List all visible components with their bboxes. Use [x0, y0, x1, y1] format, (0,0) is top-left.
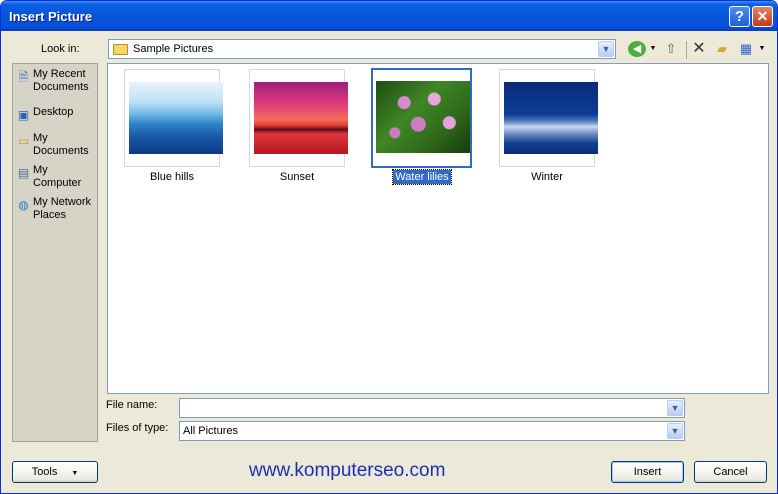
my-documents-icon: ▭ — [17, 134, 30, 148]
place-label: My Recent Documents — [33, 68, 89, 93]
help-button[interactable]: ? — [729, 6, 750, 27]
my-computer-icon: ▤ — [17, 166, 30, 180]
back-dropdown-arrow[interactable]: ▼ — [648, 40, 658, 58]
insert-button[interactable]: Insert — [611, 461, 684, 483]
winter-image — [504, 82, 598, 154]
tools-label: Tools — [31, 466, 58, 478]
place-network-places[interactable]: ◍ My Network Places — [13, 196, 97, 222]
tools-button[interactable]: Tools ▼ — [12, 461, 98, 483]
watermark-text: www.komputerseo.com — [249, 460, 446, 481]
views-dropdown-arrow[interactable]: ▼ — [757, 40, 767, 58]
files-of-type-dropdown-arrow[interactable]: ▼ — [667, 423, 683, 439]
thumbnail-blue-hills[interactable] — [124, 69, 223, 167]
thumbnail-sunset[interactable] — [249, 69, 348, 167]
place-label: My Computer — [33, 164, 82, 189]
toolbar-separator — [686, 41, 687, 59]
look-in-value: Sample Pictures — [133, 43, 214, 55]
place-my-documents[interactable]: ▭ My Documents — [13, 132, 97, 158]
folder-icon — [113, 44, 128, 55]
files-of-type-dropdown[interactable]: All Pictures ▼ — [179, 421, 685, 441]
place-desktop[interactable]: ▣ Desktop — [13, 106, 97, 122]
sunset-image — [254, 82, 348, 154]
window-title: Insert Picture — [9, 9, 93, 24]
up-folder-icon[interactable]: ⇧ — [662, 40, 680, 58]
file-label: Sunset — [279, 171, 315, 183]
views-icon[interactable]: ▦ — [737, 40, 755, 58]
places-bar: 🗎 My Recent Documents ▣ Desktop ▭ My Doc… — [12, 63, 98, 442]
place-recent-documents[interactable]: 🗎 My Recent Documents — [13, 68, 97, 94]
files-of-type-value: All Pictures — [183, 425, 239, 437]
file-name-sunset[interactable]: Sunset — [249, 171, 345, 183]
file-name-water-lilies[interactable]: Water lilies — [374, 169, 470, 185]
tools-dropdown-arrow: ▼ — [71, 470, 79, 477]
file-list[interactable]: Blue hills Sunset Water lilies Winter — [107, 63, 769, 394]
file-name-label: File name: — [106, 399, 158, 411]
cancel-button[interactable]: Cancel — [694, 461, 767, 483]
close-button[interactable]: ✕ — [752, 6, 773, 27]
files-of-type-label: Files of type: — [106, 422, 169, 434]
new-folder-icon[interactable]: ▰ — [713, 40, 731, 58]
back-icon[interactable]: ◀ — [628, 41, 646, 57]
title-bar[interactable]: Insert Picture ? ✕ — [1, 1, 777, 31]
place-label: My Documents — [33, 132, 89, 157]
recent-documents-icon: 🗎 — [18, 70, 29, 84]
blue-hills-image — [129, 82, 223, 154]
file-label: Winter — [531, 171, 563, 183]
thumbnail-water-lilies[interactable] — [371, 68, 472, 168]
place-label: Desktop — [33, 106, 74, 118]
place-my-computer[interactable]: ▤ My Computer — [13, 164, 97, 190]
place-label: My Network Places — [33, 196, 92, 221]
water-lilies-image — [376, 81, 470, 153]
insert-picture-dialog: Insert Picture ? ✕ Look in: Sample Pictu… — [0, 0, 778, 494]
file-name-field[interactable]: ▼ — [179, 398, 685, 418]
file-name-dropdown-arrow[interactable]: ▼ — [667, 400, 683, 416]
thumbnail-winter[interactable] — [499, 69, 598, 167]
file-label: Blue hills — [149, 171, 195, 183]
network-places-icon: ◍ — [18, 198, 29, 212]
look-in-dropdown[interactable]: Sample Pictures ▼ — [108, 39, 616, 59]
look-in-dropdown-arrow[interactable]: ▼ — [598, 41, 614, 57]
file-name-winter[interactable]: Winter — [499, 171, 595, 183]
delete-icon[interactable]: ✕ — [691, 40, 707, 58]
file-label: Water lilies — [392, 169, 452, 185]
look-in-label: Look in: — [41, 43, 80, 55]
desktop-icon: ▣ — [17, 108, 30, 122]
file-name-blue-hills[interactable]: Blue hills — [124, 171, 220, 183]
